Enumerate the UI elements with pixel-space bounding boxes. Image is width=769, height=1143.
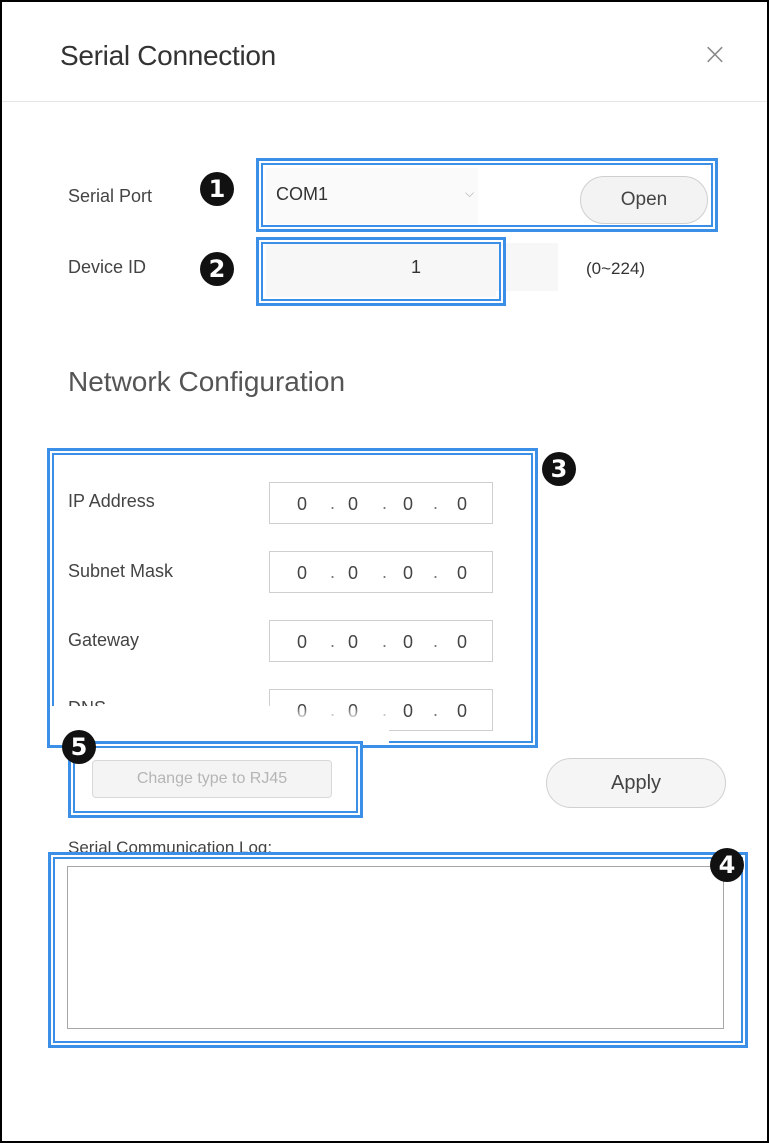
callout-badge-2: 2 [200,252,234,286]
subnet-mask-label: Subnet Mask [68,561,174,581]
network-configuration-title: Network Configuration [68,366,346,397]
gateway-octet-4[interactable]: 0 [452,632,472,653]
ip-dot-1: . [330,493,336,513]
gateway-dot-2: . [382,631,388,651]
ip-octet-3[interactable]: 0 [398,494,418,515]
ip-octet-2[interactable]: 0 [343,494,363,515]
subnet-octet-1[interactable]: 0 [292,563,312,584]
subnet-dot-1: . [330,562,336,582]
subnet-mask-field[interactable]: 0 . 0 . 0 . 0 [269,551,493,593]
ip-address-label: IP Address [68,491,155,511]
gateway-label: Gateway [68,630,140,650]
dialog-title: Serial Connection [60,40,276,71]
device-id-value: 1 [410,257,421,277]
gateway-octet-1[interactable]: 0 [292,632,312,653]
gateway-dot-1: . [330,631,336,651]
callout-badge-4: 4 [710,848,744,882]
device-id-range: (0~224) [586,259,646,278]
change-type-button[interactable]: Change type to RJ45 [92,760,332,798]
callout-badge-3: 3 [542,452,576,486]
serial-port-value: COM1 [276,184,329,204]
open-button[interactable]: Open [580,176,708,224]
scroll-clip-fade [269,706,389,744]
serial-log-textarea[interactable] [67,866,724,1029]
chevron-down-icon[interactable]: ⌵ [465,186,474,201]
ip-octet-4[interactable]: 0 [452,494,472,515]
gateway-octet-2[interactable]: 0 [343,632,363,653]
callout-badge-1: 1 [200,172,234,206]
dns-dot-3: . [433,700,439,720]
ip-dot-2: . [382,493,388,513]
dns-octet-3[interactable]: 0 [398,701,418,722]
ip-octet-1[interactable]: 0 [292,494,312,515]
serial-port-label: Serial Port [68,186,153,206]
close-icon[interactable]: × [700,40,730,70]
callout-badge-5: 5 [62,730,96,764]
title-divider [2,101,767,102]
subnet-octet-4[interactable]: 0 [452,563,472,584]
gateway-octet-3[interactable]: 0 [398,632,418,653]
subnet-octet-3[interactable]: 0 [398,563,418,584]
subnet-octet-2[interactable]: 0 [343,563,363,584]
subnet-dot-2: . [382,562,388,582]
apply-button[interactable]: Apply [546,758,726,808]
ip-address-field[interactable]: 0 . 0 . 0 . 0 [269,482,493,524]
device-id-label: Device ID [68,257,147,277]
subnet-dot-3: . [433,562,439,582]
ip-dot-3: . [433,493,439,513]
dns-octet-4[interactable]: 0 [452,701,472,722]
gateway-dot-3: . [433,631,439,651]
gateway-field[interactable]: 0 . 0 . 0 . 0 [269,620,493,662]
